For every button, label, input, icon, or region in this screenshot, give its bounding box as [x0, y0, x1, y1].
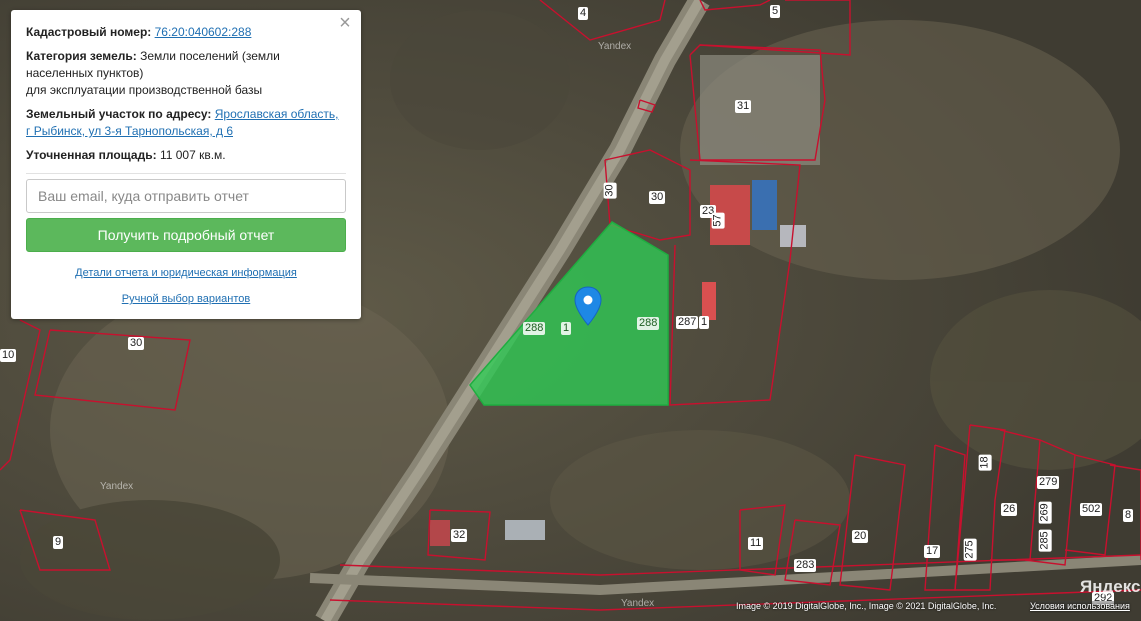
category-row: Категория земель: Земли поселений (земли…	[26, 48, 346, 99]
plot-label: 502	[1080, 503, 1103, 516]
plot-label: 8	[1123, 509, 1134, 522]
map-pin-icon[interactable]	[574, 286, 602, 326]
area-label: Уточненная площадь:	[26, 148, 157, 162]
map-watermark: Yandex	[621, 598, 655, 609]
report-details-link[interactable]: Детали отчета и юридическая информация	[26, 267, 346, 279]
plot-label: 11	[748, 537, 764, 550]
building-red-roof	[702, 282, 716, 320]
plot-label: 30	[649, 191, 666, 204]
plot-label: 26	[1001, 503, 1018, 516]
plot-label: 18	[978, 454, 992, 471]
terms-link[interactable]: Условия использования	[1030, 601, 1130, 611]
close-icon[interactable]: ×	[337, 13, 353, 33]
plot-label: 32	[451, 529, 468, 542]
category-label: Категория земель:	[26, 49, 137, 63]
plot-label: 57	[711, 212, 725, 229]
plot-label: 31	[735, 100, 752, 113]
plot-label: 279	[1037, 476, 1060, 489]
area-row: Уточненная площадь: 11 007 кв.м.	[26, 147, 346, 164]
email-input[interactable]	[26, 179, 346, 213]
cadastral-info-popup: × Кадастровый номер: 76:20:040602:288 Ка…	[11, 10, 361, 319]
divider	[26, 173, 346, 174]
plot-label: 287	[676, 316, 699, 329]
map-attribution: Image © 2019 DigitalGlobe, Inc., Image ©…	[736, 601, 997, 611]
plot-label: 4	[578, 7, 589, 20]
plot-label: 17	[924, 545, 941, 558]
parking-lot	[700, 55, 820, 165]
plot-label: 9	[53, 536, 64, 549]
plot-label: 283	[794, 559, 817, 572]
building	[505, 520, 545, 540]
plot-label: 285	[1038, 529, 1052, 552]
plot-label: 30	[603, 182, 617, 199]
plot-label: 1	[561, 322, 572, 335]
cadastral-label: Кадастровый номер:	[26, 25, 152, 39]
get-report-button[interactable]: Получить подробный отчет	[26, 218, 346, 252]
plot-label: 275	[963, 538, 977, 561]
plot-label: 30	[128, 337, 145, 350]
address-label: Земельный участок по адресу:	[26, 107, 212, 121]
address-row: Земельный участок по адресу: Ярославская…	[26, 106, 346, 140]
cadastral-number-row: Кадастровый номер: 76:20:040602:288	[26, 24, 346, 41]
plot-label: 20	[852, 530, 869, 543]
plot-label: 1	[699, 316, 710, 329]
plot-label: 288	[523, 322, 546, 335]
plot-label: 5	[770, 5, 781, 18]
manual-selection-link[interactable]: Ручной выбор вариантов	[26, 293, 346, 305]
building-blue-roof	[752, 180, 777, 230]
plot-label: 10	[0, 349, 17, 362]
plot-label: 269	[1038, 501, 1052, 524]
plot-label: 288	[637, 317, 660, 330]
building-red-roof	[430, 520, 450, 546]
map-watermark: Yandex	[100, 481, 134, 492]
yandex-logo: Яндекс	[1080, 577, 1141, 596]
area-value: 11 007 кв.м.	[159, 148, 226, 162]
cadastral-number-link[interactable]: 76:20:040602:288	[155, 25, 252, 39]
category-use: для эксплуатации производственной базы	[26, 83, 263, 97]
map-watermark: Yandex	[598, 41, 632, 52]
